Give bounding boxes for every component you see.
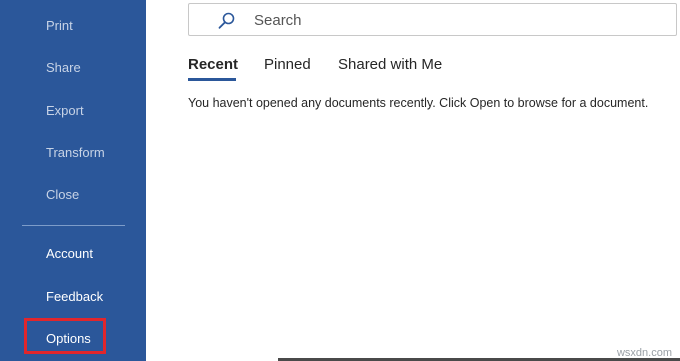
backstage-view: Print Share Export Transform Close Accou… [0,0,680,361]
sidebar-item-feedback[interactable]: Feedback [46,289,103,305]
sidebar-item-print[interactable]: Print [46,18,73,34]
sidebar-item-transform[interactable]: Transform [46,145,105,161]
sidebar-item-close[interactable]: Close [46,187,79,203]
tab-recent[interactable]: Recent [188,56,238,74]
recent-empty-message: You haven't opened any documents recentl… [188,96,649,110]
open-pane: Recent Pinned Shared with Me You haven't… [146,0,680,361]
search-box[interactable] [188,3,677,36]
watermark: wsxdn.com [616,347,672,359]
sidebar-item-share[interactable]: Share [46,60,81,76]
sidebar-item-export[interactable]: Export [46,103,84,119]
backstage-sidebar: Print Share Export Transform Close Accou… [0,0,146,361]
sidebar-divider [22,225,125,226]
active-tab-indicator [188,78,236,81]
tab-shared-with-me[interactable]: Shared with Me [338,56,442,74]
options-highlight-box [24,318,106,354]
sidebar-item-account[interactable]: Account [46,246,93,262]
search-input[interactable] [254,9,654,31]
search-icon [218,12,235,29]
tab-pinned[interactable]: Pinned [264,56,311,74]
